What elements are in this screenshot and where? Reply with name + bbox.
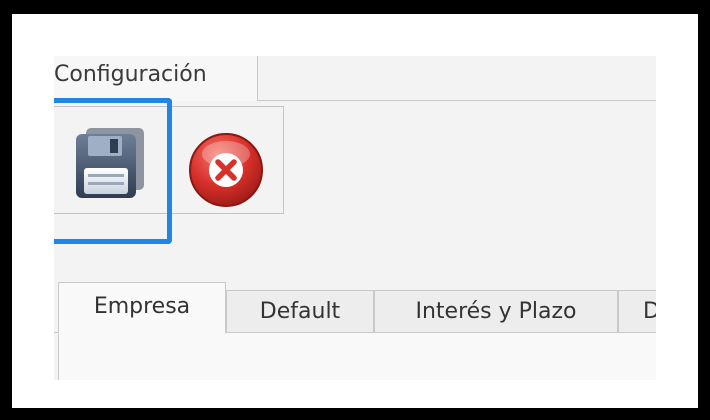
ribbon-tab-label: Configuración [54,62,207,87]
tab-interes-y-plazo[interactable]: Interés y Plazo [374,290,618,333]
tab-default[interactable]: Default [226,290,374,333]
floppy-disk-icon [76,128,144,198]
cancel-button[interactable] [186,130,266,210]
tab-content-panel [58,333,656,380]
tab-d[interactable]: D [618,290,656,333]
ribbon-divider [258,100,656,101]
application-window: Configuración Default Interés y Plazo D … [54,56,656,380]
tab-empresa[interactable]: Empresa [58,282,226,334]
save-button[interactable] [54,98,172,244]
screenshot-frame: Configuración Default Interés y Plazo D … [12,14,698,408]
close-icon [189,133,263,207]
ribbon-tab-configuracion[interactable]: Configuración [54,56,258,101]
